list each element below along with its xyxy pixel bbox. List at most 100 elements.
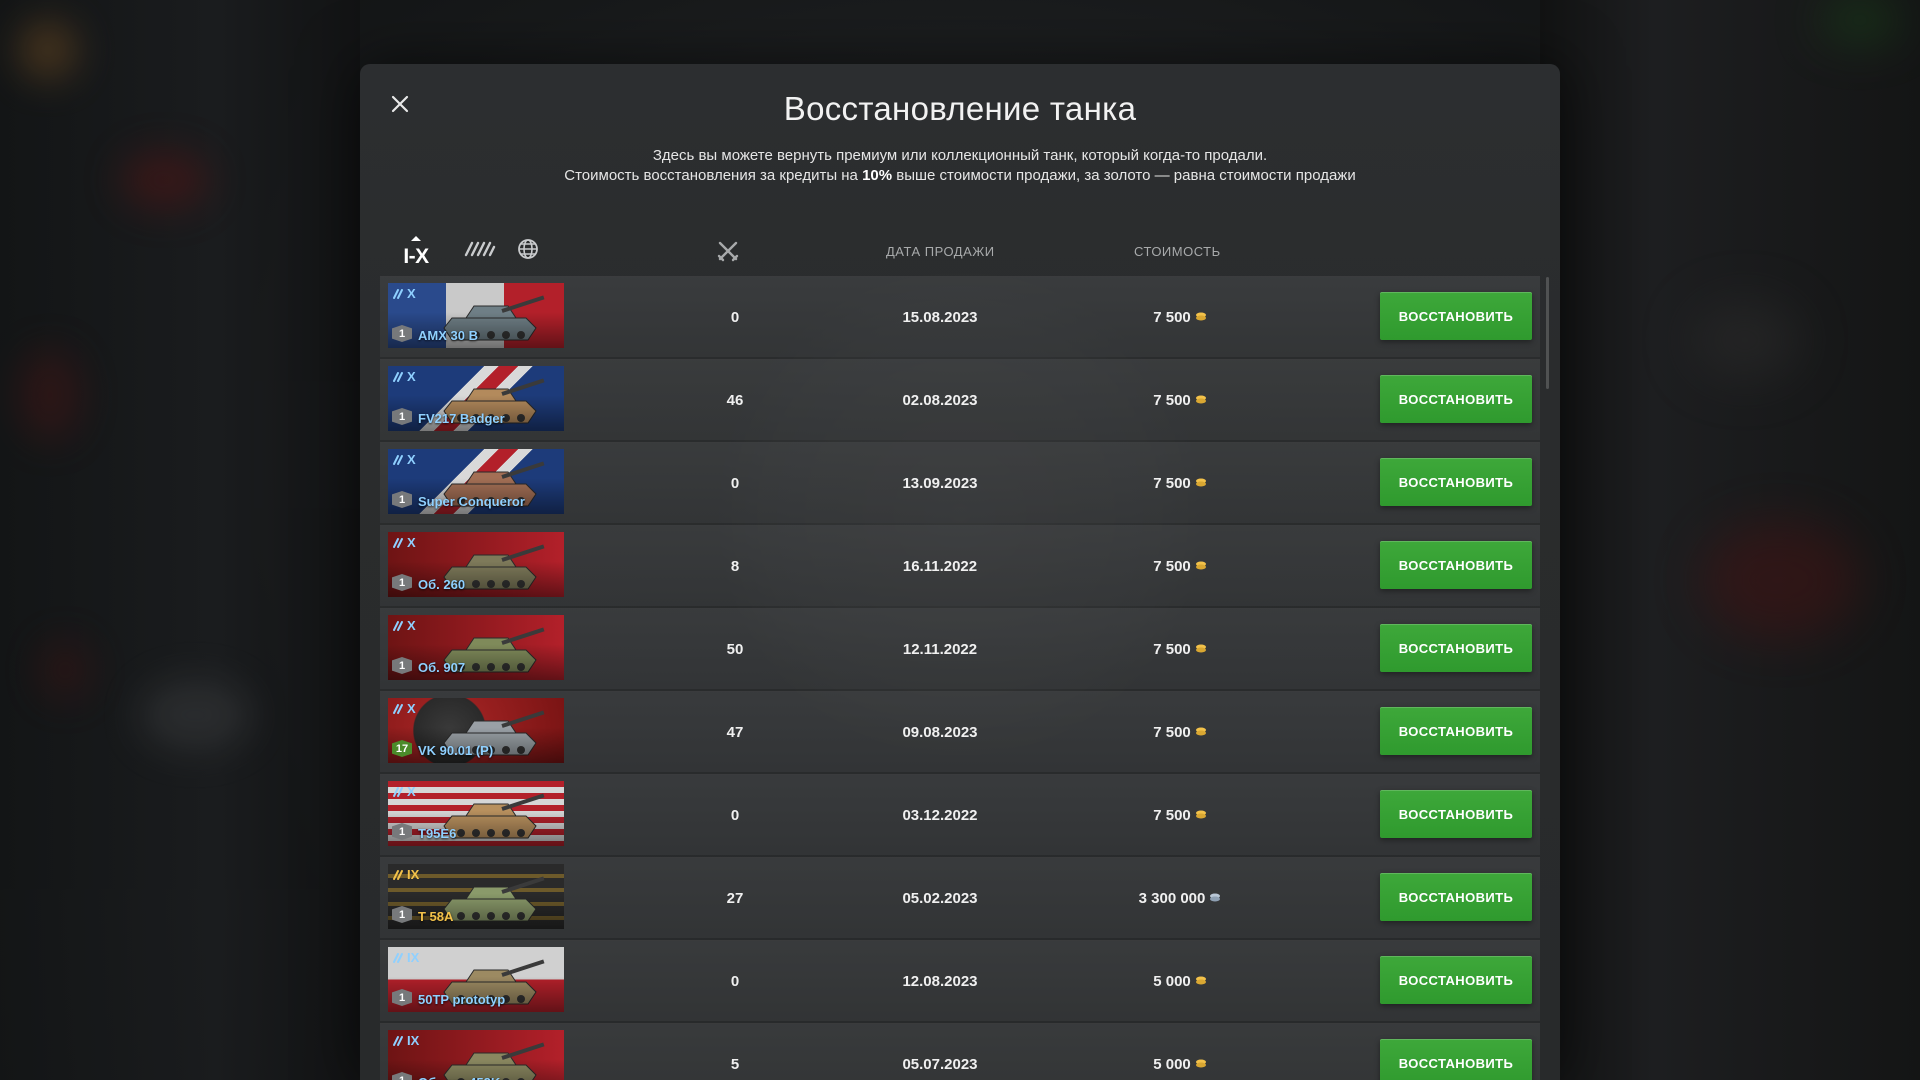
battles-count: 0 <box>730 806 740 824</box>
tank-thumbnail: X 17 VK 90.01 (P) <box>388 698 564 763</box>
gold-coin-icon <box>1195 561 1206 570</box>
mastery-badge: 1 <box>392 574 412 591</box>
tank-thumbnail: X 1 Об. 260 <box>388 532 564 597</box>
battles-count: 0 <box>730 972 740 990</box>
battles-count: 5 <box>730 1055 740 1073</box>
tank-thumbnail: X 1 T95E6 <box>388 781 564 846</box>
subtitle-line-1: Здесь вы можете вернуть премиум или колл… <box>652 147 1268 164</box>
scrollbar[interactable] <box>1546 277 1549 389</box>
sale-date: 13.09.2023 <box>902 474 978 492</box>
tier-label: X <box>407 452 416 467</box>
restore-button[interactable]: ВОССТАНОВИТЬ <box>1380 458 1532 506</box>
battles-count: 50 <box>726 640 744 658</box>
restore-cost: 7 500 <box>1080 775 1280 855</box>
battles-column-header[interactable] <box>708 237 748 265</box>
cost-value: 7 500 <box>1153 723 1191 741</box>
subtitle-text: выше стоимости продажи, за золото — равн… <box>892 167 1356 184</box>
tank-class-icon <box>393 454 403 465</box>
mastery-badge: 1 <box>392 906 412 923</box>
mastery-badge: 1 <box>392 657 412 674</box>
tank-name: Super Conqueror <box>418 494 525 509</box>
battles-count: 0 <box>730 308 740 326</box>
tank-thumbnail: X 1 AMX 30 B <box>388 283 564 348</box>
tier-label: X <box>407 784 416 799</box>
vehicle-class-icon <box>464 241 496 257</box>
sale-date: 05.02.2023 <box>902 889 978 907</box>
tank-name: Об. 260 <box>418 577 466 592</box>
gold-coin-icon <box>1195 727 1206 736</box>
nation-filter[interactable] <box>508 219 548 279</box>
background-right-panel <box>1540 0 1920 1080</box>
crossed-swords-icon <box>717 241 739 262</box>
table-header: I-X ДАТА ПРОДАЖИ СТОИМОСТЬ <box>360 219 1560 279</box>
sale-date: 15.08.2023 <box>902 308 978 326</box>
date-column-header[interactable]: ДАТА ПРОДАЖИ <box>886 244 995 259</box>
tank-name: Объект 452K <box>418 1075 500 1080</box>
gold-coin-icon <box>1195 976 1206 985</box>
tank-class-icon <box>393 952 403 963</box>
restore-cost: 7 500 <box>1080 526 1280 606</box>
restore-button[interactable]: ВОССТАНОВИТЬ <box>1380 707 1532 755</box>
tank-name: Об. 907 <box>418 660 466 675</box>
restore-cost: 5 000 <box>1080 941 1280 1021</box>
cost-value: 3 300 000 <box>1138 889 1206 907</box>
tier-label: IX <box>407 950 420 965</box>
tier-label: IX <box>407 1033 420 1048</box>
credits-icon <box>1210 893 1221 902</box>
battles-count: 0 <box>730 474 740 492</box>
restore-button[interactable]: ВОССТАНОВИТЬ <box>1380 873 1532 921</box>
table-row: X 17 VK 90.01 (P) 47 09.08.2023 7 500 ВО… <box>380 691 1540 772</box>
tank-tier: X <box>392 286 416 301</box>
gold-coin-icon <box>1195 1059 1206 1068</box>
tier-label: IX <box>407 867 420 882</box>
subtitle-line-2: Стоимость восстановления за кредиты на 1… <box>360 166 1560 186</box>
tank-class-icon <box>393 869 403 880</box>
sale-date: 03.12.2022 <box>902 806 978 824</box>
gold-coin-icon <box>1195 810 1206 819</box>
restore-button[interactable]: ВОССТАНОВИТЬ <box>1380 541 1532 589</box>
restore-button[interactable]: ВОССТАНОВИТЬ <box>1380 624 1532 672</box>
tank-thumbnail: IX 1 T 58A <box>388 864 564 929</box>
restore-button[interactable]: ВОССТАНОВИТЬ <box>1380 956 1532 1004</box>
table-row: IX 1 T 58A 27 05.02.2023 3 300 000 ВОССТ… <box>380 857 1540 938</box>
tank-name: FV217 Badger <box>418 411 505 426</box>
tier-filter[interactable]: I-X <box>390 219 442 279</box>
tank-class-icon <box>393 1035 403 1046</box>
restore-cost: 7 500 <box>1080 609 1280 689</box>
table-row: X 1 Об. 260 8 16.11.2022 7 500 ВОССТАНОВ… <box>380 525 1540 606</box>
cost-value: 7 500 <box>1153 640 1191 658</box>
tank-name: T 58A <box>418 909 454 924</box>
mastery-badge: 1 <box>392 823 412 840</box>
table-row: X 1 T95E6 0 03.12.2022 7 500 ВОССТАНОВИТ… <box>380 774 1540 855</box>
battles-count: 27 <box>726 889 744 907</box>
cost-value: 7 500 <box>1153 391 1191 409</box>
gold-coin-icon <box>1195 644 1206 653</box>
restore-button[interactable]: ВОССТАНОВИТЬ <box>1380 790 1532 838</box>
mastery-badge: 1 <box>392 989 412 1006</box>
subtitle-percent: 10% <box>862 167 893 184</box>
cost-column-header[interactable]: СТОИМОСТЬ <box>1134 244 1221 259</box>
tank-thumbnail: X 1 FV217 Badger <box>388 366 564 431</box>
restore-button[interactable]: ВОССТАНОВИТЬ <box>1380 1039 1532 1080</box>
tank-thumbnail: IX 1 50TP prototyp <box>388 947 564 1012</box>
tank-tier: X <box>392 452 416 467</box>
tank-list: X 1 AMX 30 B 0 15.08.2023 7 500 ВОССТАНО… <box>380 276 1540 1080</box>
tank-class-icon <box>393 288 403 299</box>
tier-label: X <box>407 369 416 384</box>
restore-button[interactable]: ВОССТАНОВИТЬ <box>1380 375 1532 423</box>
restore-cost: 5 000 <box>1080 1024 1280 1080</box>
tank-class-icon <box>393 537 403 548</box>
tank-class-icon <box>393 371 403 382</box>
tank-class-icon <box>393 786 403 797</box>
tank-name: 50TP prototyp <box>418 992 506 1007</box>
tank-class-icon <box>393 703 403 714</box>
tank-thumbnail: X 1 Super Conqueror <box>388 449 564 514</box>
tank-tier: IX <box>392 867 419 882</box>
tank-tier: X <box>392 701 416 716</box>
tier-label: X <box>407 535 416 550</box>
restore-button[interactable]: ВОССТАНОВИТЬ <box>1380 292 1532 340</box>
cost-value: 7 500 <box>1153 474 1191 492</box>
background-left-panel <box>0 0 360 1080</box>
vehicle-type-filter[interactable] <box>458 219 502 279</box>
tank-thumbnail: IX 1 Объект 452K <box>388 1030 564 1080</box>
